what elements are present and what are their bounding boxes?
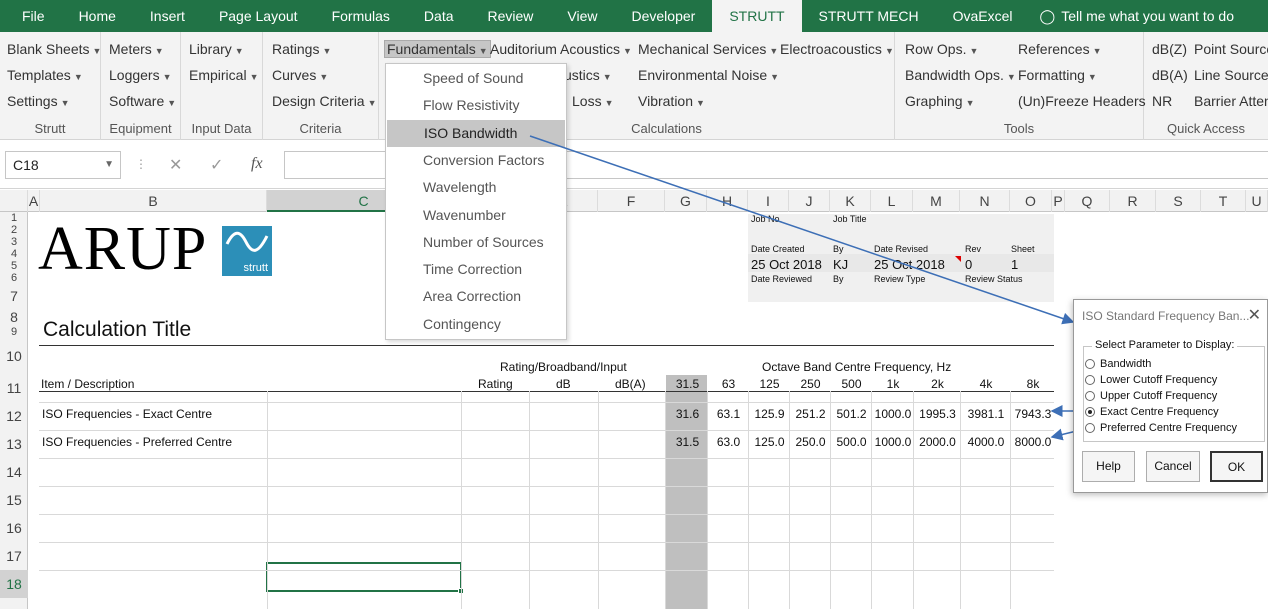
radio-button-icon[interactable] (1085, 407, 1095, 417)
radio-exact-centre-frequency[interactable]: Exact Centre Frequency (1085, 406, 1219, 418)
radio-label: Exact Centre Frequency (1100, 406, 1219, 418)
parameter-legend: Select Parameter to Display: (1092, 339, 1238, 351)
ok-button[interactable]: OK (1210, 451, 1263, 482)
close-icon[interactable]: ✕ (1248, 305, 1261, 325)
radio-label: Upper Cutoff Frequency (1100, 390, 1218, 402)
arrow-iso-bandwidth-to-dialog (529, 135, 1075, 325)
radio-button-icon[interactable] (1085, 423, 1095, 433)
radio-button-icon[interactable] (1085, 375, 1095, 385)
radio-label: Bandwidth (1100, 358, 1152, 370)
dialog-title: ISO Standard Frequency Ban... (1082, 309, 1250, 323)
radio-lower-cutoff-frequency[interactable]: Lower Cutoff Frequency (1085, 374, 1217, 386)
radio-button-icon[interactable] (1085, 359, 1095, 369)
radio-label: Preferred Centre Frequency (1100, 422, 1237, 434)
radio-upper-cutoff-frequency[interactable]: Upper Cutoff Frequency (1085, 390, 1217, 402)
cancel-button[interactable]: Cancel (1146, 451, 1200, 482)
radio-preferred-centre-frequency[interactable]: Preferred Centre Frequency (1085, 422, 1237, 434)
radio-bandwidth[interactable]: Bandwidth (1085, 358, 1151, 370)
radio-label: Lower Cutoff Frequency (1100, 374, 1218, 386)
radio-button-icon[interactable] (1085, 391, 1095, 401)
help-button[interactable]: Help (1082, 451, 1135, 482)
